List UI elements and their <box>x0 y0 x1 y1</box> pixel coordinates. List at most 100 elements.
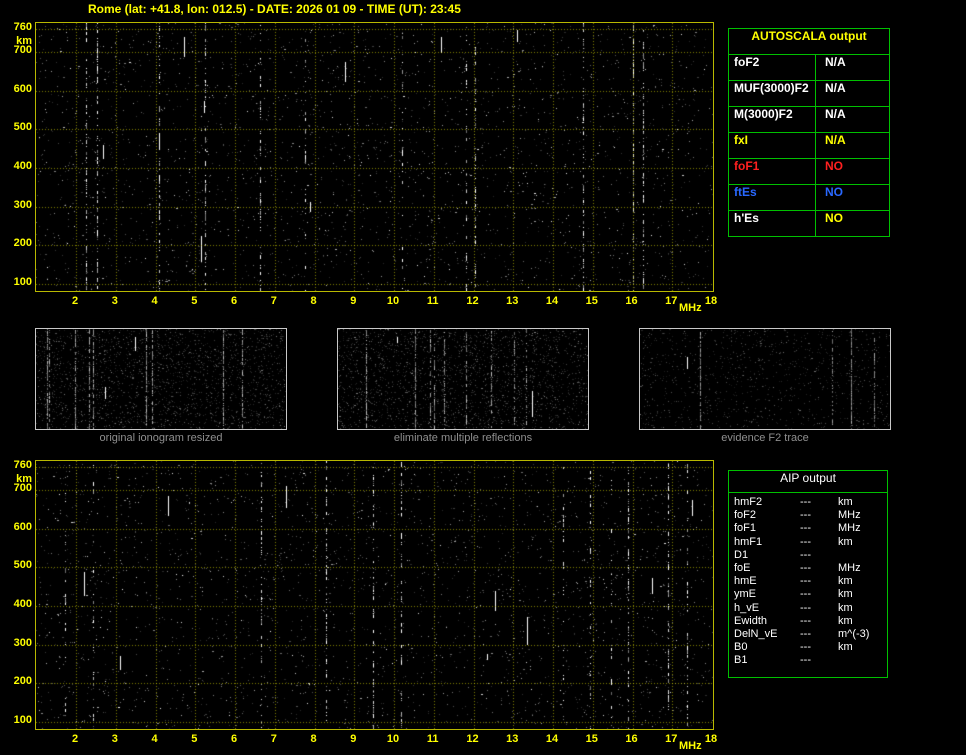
aip-row: h_vE --- km <box>729 602 887 615</box>
x-tick-label: 2 <box>71 295 79 307</box>
x-tick-label: 8 <box>310 295 317 307</box>
aip-row: foF1 --- MHz <box>729 522 887 535</box>
thumbnail-canvas-reflections <box>338 329 588 429</box>
autoscala-row-value: N/A <box>825 55 846 69</box>
aip-row-unit: km <box>838 614 853 627</box>
page-title: Rome (lat: +41.8, lon: 012.5) - DATE: 20… <box>88 2 461 16</box>
x-tick-label: 9 <box>350 295 357 307</box>
x-tick-label: 7 <box>270 295 277 307</box>
thumbnail-caption-reflections: eliminate multiple reflections <box>393 432 533 444</box>
aip-row-value: --- <box>800 601 811 614</box>
x-tick-label: 12 <box>466 733 479 745</box>
aip-row-name: B0 <box>734 641 748 654</box>
aip-row: ymE --- km <box>729 588 887 601</box>
autoscala-row: ftEs NO <box>729 185 889 211</box>
thumbnail-canvas-evidence-f2 <box>640 329 890 429</box>
x-tick-label: 11 <box>426 733 439 745</box>
autoscala-row-value: N/A <box>825 81 846 95</box>
autoscala-row: fxI N/A <box>729 133 889 159</box>
y-tick-label: 600 <box>13 82 32 95</box>
autoscala-row-value: N/A <box>825 107 846 121</box>
aip-row: D1 --- <box>729 549 887 562</box>
aip-row: hmE --- km <box>729 575 887 588</box>
autoscala-row: foF2 N/A <box>729 55 889 81</box>
x-tick-label: 4 <box>151 295 158 307</box>
y-tick-label: 500 <box>13 559 32 572</box>
aip-row-unit: MHz <box>838 522 861 535</box>
aip-output-table: AIP output hmF2 --- km foF2 --- MHz foF1 --- MHz… <box>728 470 888 678</box>
aip-row-value: --- <box>800 496 811 508</box>
autoscala-table-rows: foF2 N/A MUF(3000)F2 N/A M(3000)F2 N/A fxI N/A f… <box>729 55 889 236</box>
aip-row-unit: km <box>838 535 853 548</box>
autoscala-row-value: N/A <box>825 133 846 147</box>
aip-row-value: --- <box>800 614 811 627</box>
aip-row-name: hmF2 <box>734 496 763 508</box>
aip-row-unit <box>838 549 887 562</box>
autoscala-row-label: foF2 <box>729 55 816 80</box>
ionogram-canvas-bottom <box>36 461 713 729</box>
x-tick-label: 8 <box>310 733 317 745</box>
x-axis-unit-label: MHz <box>679 302 702 314</box>
aip-row-value: --- <box>800 522 811 535</box>
aip-row-unit: km <box>838 496 853 508</box>
x-tick-label: 3 <box>111 733 118 745</box>
x-tick-label: 9 <box>350 733 357 745</box>
aip-row: B1 --- <box>729 654 887 667</box>
aip-row-unit: km <box>838 575 853 588</box>
aip-row-unit: m^(-3) <box>838 627 870 640</box>
autoscala-row-label: h'Es <box>729 211 816 236</box>
x-tick-label: 16 <box>625 733 638 745</box>
aip-row-name: foF2 <box>734 509 757 522</box>
x-tick-label: 14 <box>545 733 559 745</box>
aip-row-value: --- <box>800 627 811 640</box>
y-tick-label: 300 <box>13 636 32 649</box>
aip-row-value: --- <box>800 588 811 601</box>
x-tick-label: 6 <box>230 733 238 745</box>
x-axis-unit-label: MHz <box>679 740 702 752</box>
autoscala-row: M(3000)F2 N/A <box>729 107 889 133</box>
autoscala-row-label: MUF(3000)F2 <box>729 81 816 106</box>
aip-row-unit: MHz <box>838 561 861 574</box>
autoscala-table-header: AUTOSCALA output <box>729 29 889 55</box>
aip-row-unit: km <box>838 601 853 614</box>
aip-row-unit: km <box>838 641 853 654</box>
x-tick-label: 3 <box>111 295 118 307</box>
aip-row: foE --- MHz <box>729 562 887 575</box>
autoscala-row: foF1 NO <box>729 159 889 185</box>
x-tick-label: 12 <box>466 295 479 307</box>
y-tick-label: 500 <box>13 121 32 134</box>
aip-row: B0 --- km <box>729 641 887 654</box>
aip-row-name: hmE <box>734 575 757 588</box>
autoscala-row: MUF(3000)F2 N/A <box>729 81 889 107</box>
y-tick-label: 100 <box>13 714 32 726</box>
x-tick-label: 10 <box>386 295 400 307</box>
x-tick-label: 14 <box>545 295 559 307</box>
x-tick-label: 6 <box>230 295 238 307</box>
aip-row-value: --- <box>800 561 811 574</box>
y-tick-label: 760 <box>13 459 32 471</box>
autoscala-row-label: fxI <box>729 133 816 158</box>
aip-row-name: foE <box>734 561 751 574</box>
x-tick-label: 5 <box>191 295 198 307</box>
autoscala-row-value: NO <box>825 159 843 173</box>
autoscala-output-table: AUTOSCALA output foF2 N/A MUF(3000)F2 N/A M(… <box>728 28 890 237</box>
y-tick-label: 300 <box>13 198 32 211</box>
x-tick-label: 10 <box>386 733 400 745</box>
aip-row: DelN_vE --- m^(-3) <box>729 628 887 641</box>
y-tick-label: 200 <box>13 237 32 250</box>
aip-row-name: foF1 <box>734 522 757 535</box>
x-tick-label: 11 <box>426 295 439 307</box>
x-tick-label: 5 <box>191 733 198 745</box>
thumbnail-eliminate-reflections <box>337 328 589 430</box>
autoscala-row-value: NO <box>825 211 843 225</box>
aip-row-value: --- <box>800 575 811 588</box>
aip-row-name: B1 <box>734 654 748 667</box>
ionogram-plot-top <box>35 22 714 292</box>
aip-row-value: --- <box>800 654 811 667</box>
y-tick-label: 600 <box>13 520 32 533</box>
x-tick-label: 16 <box>625 295 638 307</box>
autoscala-row-value: NO <box>825 185 843 199</box>
autoscala-row: h'Es NO <box>729 211 889 236</box>
aip-row: Ewidth --- km <box>729 615 887 628</box>
aip-row-name: hmF1 <box>734 535 763 548</box>
